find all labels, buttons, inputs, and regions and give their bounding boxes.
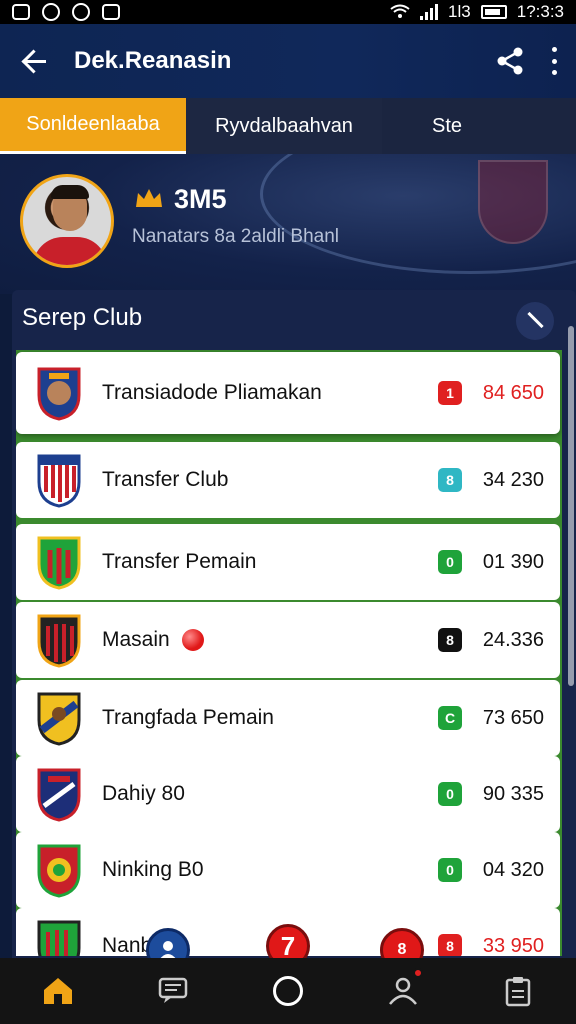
scrollbar[interactable] [568,326,574,686]
list-item[interactable]: Ninking B0 0 04 320 [16,832,560,908]
player-subtitle: Nanatars 8a 2aldli Bhanl [132,226,340,247]
share-icon[interactable] [494,45,526,77]
signal-icon [420,4,439,20]
crown-icon [136,189,162,207]
panel-title: Serep Club [22,304,143,331]
club-crest-icon [37,844,81,898]
nav-home[interactable] [28,966,88,1016]
club-crest-icon [37,614,81,668]
club-crest-icon [37,768,81,822]
row-value: 73 650 [482,706,544,729]
row-label: Ninking B0 [102,858,204,881]
app-icon-circle [42,3,60,21]
collapse-button[interactable] [516,302,554,340]
notification-dot [413,968,424,978]
club-crest-background [478,160,548,244]
row-label: Trangfada Pemain [102,706,274,729]
status-bar: 1l3 1?:3:3 [0,0,576,24]
row-value: 24.336 [482,628,544,651]
status-left-icons [12,3,120,21]
tab-ste[interactable]: Ste [382,98,512,154]
row-label: Transfer Club [102,468,229,491]
row-badge: 8 [438,628,462,652]
ball-icon [181,629,204,652]
row-value: 84 650 [482,381,544,404]
player-avatar[interactable] [20,174,114,268]
nav-clipboard[interactable] [488,966,548,1016]
nav-center[interactable] [258,966,318,1016]
row-badge: C [438,706,462,730]
row-value: 34 230 [482,468,544,491]
row-label: Masain [102,628,438,652]
transfer-list: Transiadode Pliamakan 1 84 650 Transfer … [16,350,562,956]
row-badge: 8 [438,934,462,956]
app-icon-square [102,4,120,20]
chat-icon [158,977,188,1003]
row-badge: 8 [438,468,462,492]
page-title: Dek.Reanasin [74,47,232,74]
nav-profile[interactable] [373,966,433,1016]
circle-icon [272,976,303,1006]
club-crest-icon [37,692,81,746]
list-item[interactable]: Transiadode Pliamakan 1 84 650 [16,352,560,434]
row-badge: 0 [438,550,462,574]
row-badge: 1 [438,381,462,405]
club-crest-icon [37,536,81,590]
list-item[interactable]: Masain 8 24.336 [16,602,560,678]
tab-bar: Sonldeenlaaba Ryvdalbaahvan Ste [0,98,576,154]
back-arrow-icon[interactable] [18,44,52,78]
status-right: 1l3 1?:3:3 [390,2,564,22]
app-icon-b [12,4,30,20]
row-value: 90 335 [482,782,544,805]
clipboard-icon [506,977,531,1007]
more-options-icon[interactable] [550,47,558,75]
battery-label: 1l3 [448,2,471,21]
club-crest-icon [37,454,81,508]
tab-ryvdalbaahvan[interactable]: Ryvdalbaahvan [186,98,382,154]
list-item[interactable]: Trangfada Pemain C 73 650 [16,680,560,756]
home-icon [43,978,72,1004]
row-badge: 0 [438,858,462,882]
tab-bar-filler [512,98,576,154]
row-label: Transiadode Pliamakan [102,381,322,404]
row-label: Dahiy 80 [102,782,185,805]
club-crest-icon [37,920,81,956]
club-crest-icon [37,367,81,421]
row-value: 04 320 [482,858,544,881]
list-item[interactable]: Dahiy 80 0 90 335 [16,756,560,832]
player-score: 3M5 [174,184,227,214]
row-badge: 0 [438,782,462,806]
app-icon-clock [72,3,90,21]
row-value: 01 390 [482,550,544,573]
app-bar: Dek.Reanasin [0,24,576,98]
bottom-navigation [0,958,576,1024]
row-label-text: Masain [102,628,170,651]
tab-sonldeenlaaba[interactable]: Sonldeenlaaba [0,98,186,154]
person-icon [389,977,418,1005]
profile-header: 3M5 Nanatars 8a 2aldli Bhanl [0,154,576,294]
wifi-icon [390,4,410,18]
list-item[interactable]: Transfer Pemain 0 01 390 [16,524,560,600]
row-label: Transfer Pemain [102,550,257,573]
list-item[interactable]: Transfer Club 8 34 230 [16,442,560,518]
status-time: 1?:3:3 [516,2,564,21]
battery-icon [480,5,507,19]
nav-chat[interactable] [143,966,203,1016]
row-value: 33 950 [482,934,544,957]
